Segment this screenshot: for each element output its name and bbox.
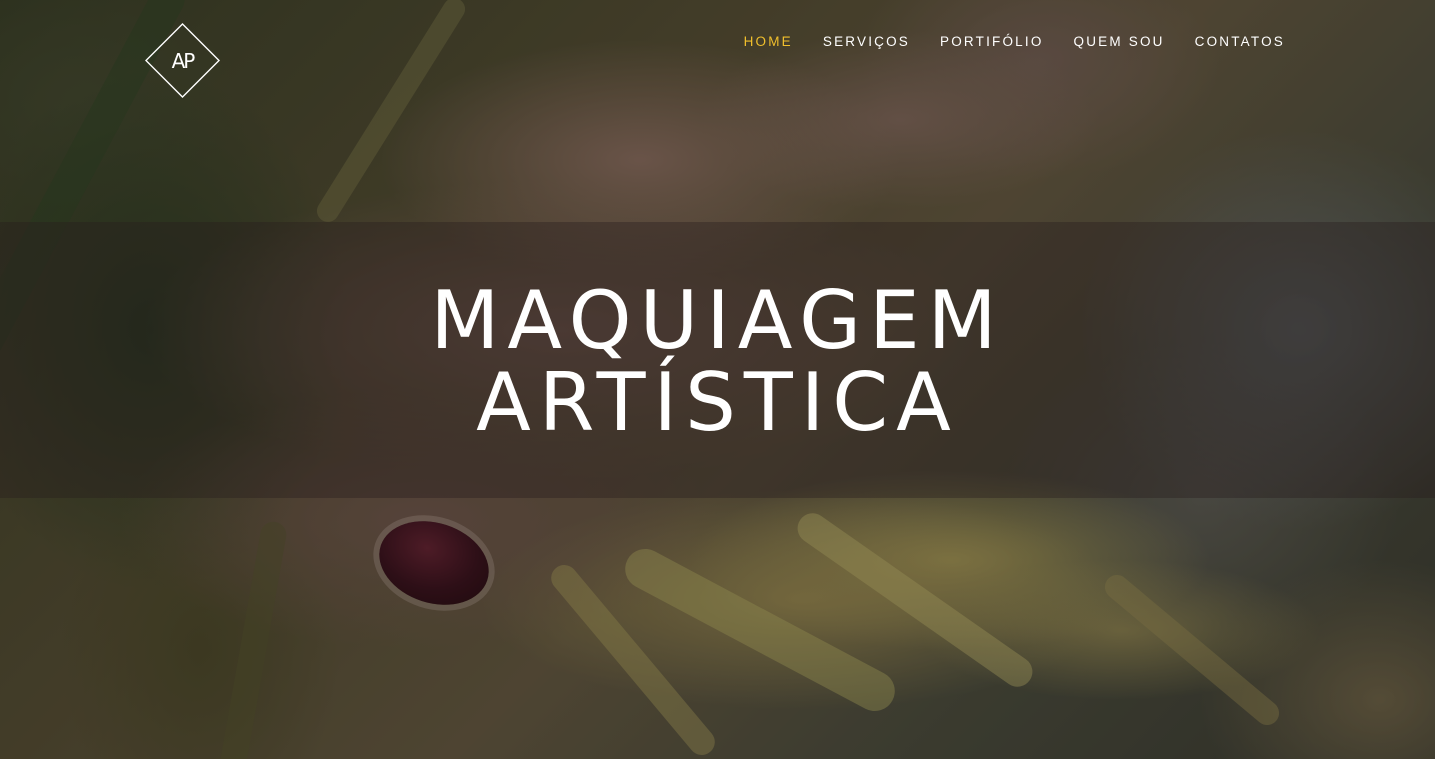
nav-item-portifolio[interactable]: PORTIFÓLIO <box>940 34 1044 49</box>
nav-item-contatos[interactable]: CONTATOS <box>1195 34 1285 49</box>
main-nav: HOME SERVIÇOS PORTIFÓLIO QUEM SOU CONTAT… <box>714 34 1285 49</box>
logo-text: AP <box>171 48 196 73</box>
hero-title-line-1: MAQUIAGEM <box>430 274 1005 367</box>
nav-item-servicos[interactable]: SERVIÇOS <box>823 34 910 49</box>
nav-item-quem-sou[interactable]: QUEM SOU <box>1074 34 1165 49</box>
nav-item-home[interactable]: HOME <box>744 34 793 49</box>
page: AP HOME SERVIÇOS PORTIFÓLIO QUEM SOU CON… <box>0 0 1435 759</box>
hero-title-line-2: ARTÍSTICA <box>476 356 959 449</box>
site-logo[interactable]: AP <box>145 23 220 98</box>
hero-title: MAQUIAGEM ARTÍSTICA <box>0 280 1435 444</box>
